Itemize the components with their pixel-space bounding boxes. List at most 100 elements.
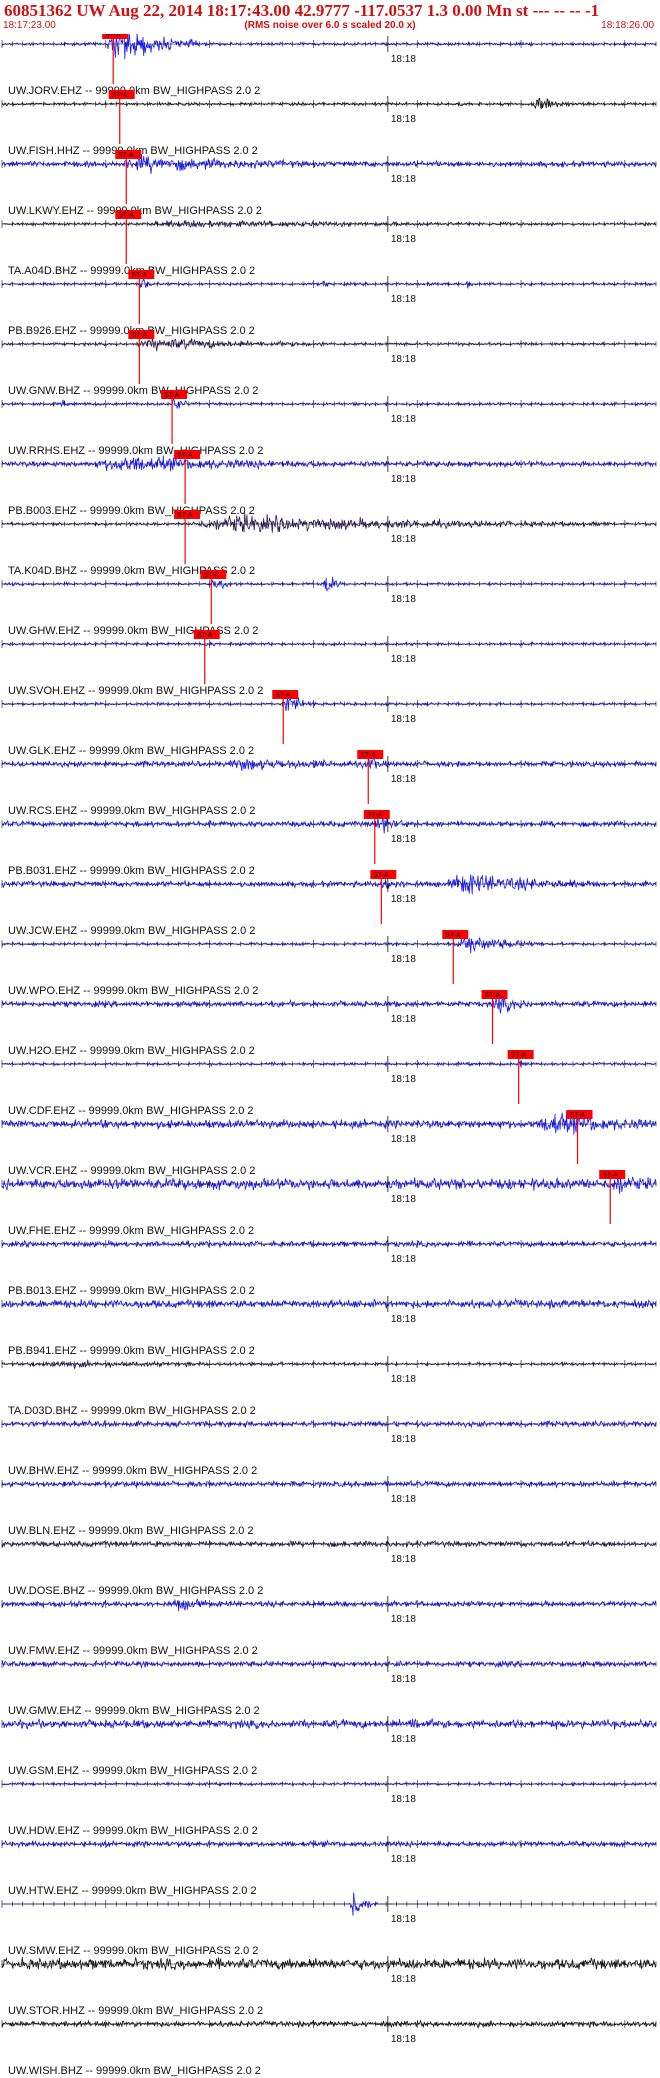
trace-waveform [1, 337, 657, 352]
pick-label: ST-A [164, 392, 180, 399]
pick-label: ST-A [177, 452, 193, 459]
channel-label: UW.GLK.EHZ -- 99999.0km BW_HIGHPASS 2.0 … [8, 745, 254, 757]
pick-label: ST-A [570, 1112, 586, 1119]
trace-waveform [1, 874, 657, 895]
minute-label: 18:18 [391, 954, 416, 965]
minute-label: 18:18 [391, 414, 416, 425]
channel-label: UW.BLN.EHZ -- 99999.0km BW_HIGHPASS 2.0 … [8, 1525, 254, 1537]
minute-label: 18:18 [391, 1794, 416, 1805]
channel-label: PB.B013.EHZ -- 99999.0km BW_HIGHPASS 2.0… [8, 1285, 255, 1297]
channel-label: UW.VCR.EHZ -- 99999.0km BW_HIGHPASS 2.0 … [8, 1165, 255, 1177]
minute-label: 18:18 [391, 1314, 416, 1325]
trace-waveform [1, 455, 657, 472]
event-title: 60851362 UW Aug 22, 2014 18:17:43.00 42.… [4, 1, 600, 20]
trace-waveform [1, 1598, 657, 1612]
minute-label: 18:18 [391, 1434, 416, 1445]
trace-waveform [1, 757, 657, 771]
minute-label: 18:18 [391, 714, 416, 725]
trace-waveform [1, 1956, 657, 1971]
minute-label: 18:18 [391, 534, 416, 545]
channel-label: TA.D03D.BHZ -- 99999.0km BW_HIGHPASS 2.0… [8, 1405, 256, 1417]
pick-label: ST-A [367, 812, 383, 819]
pick-label: ST-A [131, 332, 147, 339]
minute-label: 18:18 [391, 1194, 416, 1205]
trace-waveform [1, 995, 657, 1014]
minute-label: 18:18 [391, 1074, 416, 1085]
pick-label: ST-A [177, 512, 193, 519]
minute-label: 18:18 [391, 654, 416, 665]
minute-label: 18:18 [391, 594, 416, 605]
minute-label: 18:18 [391, 1014, 416, 1025]
channel-label: UW.HTW.EHZ -- 99999.0km BW_HIGHPASS 2.0 … [8, 1885, 257, 1897]
seismogram-traces: 18:18UW.JORV.EHZ -- 99999.0km BW_HIGHPAS… [1, 34, 657, 2077]
minute-label: 18:18 [391, 1254, 416, 1265]
channel-label: UW.WISH.BHZ -- 99999.0km BW_HIGHPASS 2.0… [8, 2065, 261, 2077]
pick-label: ST-A [602, 1172, 618, 1179]
channel-label: UW.BHW.EHZ -- 99999.0km BW_HIGHPASS 2.0 … [8, 1465, 257, 1477]
pick-label: ST-A [485, 992, 501, 999]
pick-label: ST-A [203, 572, 219, 579]
minute-label: 18:18 [391, 474, 416, 485]
minute-label: 18:18 [391, 54, 416, 65]
trace-waveform [1, 34, 657, 60]
channel-label: UW.STOR.HHZ -- 99999.0km BW_HIGHPASS 2.0… [8, 2005, 263, 2017]
minute-label: 18:18 [391, 234, 416, 245]
pick-label: ST-A [373, 872, 389, 879]
minute-label: 18:18 [391, 1974, 416, 1985]
minute-label: 18:18 [391, 114, 416, 125]
trace-waveform [1, 219, 656, 229]
seismogram-header: 60851362 UW Aug 22, 2014 18:17:43.00 42.… [0, 0, 660, 34]
trace-waveform [1, 937, 657, 954]
pick-label: ST-A [112, 92, 128, 99]
pick-label: ST-A [118, 152, 134, 159]
minute-label: 18:18 [391, 174, 416, 185]
pick-label: ST-A [360, 752, 376, 759]
channel-label: PB.B031.EHZ -- 99999.0km BW_HIGHPASS 2.0… [8, 865, 255, 877]
channel-label: UW.RCS.EHZ -- 99999.0km BW_HIGHPASS 2.0 … [8, 805, 255, 817]
channel-label: UW.WPO.EHZ -- 99999.0km BW_HIGHPASS 2.0 … [8, 985, 258, 997]
channel-label: UW.HDW.EHZ -- 99999.0km BW_HIGHPASS 2.0 … [8, 1825, 258, 1837]
minute-label: 18:18 [391, 2034, 416, 2045]
channel-label: UW.GHW.EHZ -- 99999.0km BW_HIGHPASS 2.0 … [8, 625, 258, 637]
trace-waveform [1, 277, 657, 289]
channel-label: PB.B003.EHZ -- 99999.0km BW_HIGHPASS 2.0… [8, 505, 255, 517]
minute-label: 18:18 [391, 1614, 416, 1625]
end-time: 18:18:26.00 [601, 20, 654, 31]
channel-label: UW.JCW.EHZ -- 99999.0km BW_HIGHPASS 2.0 … [8, 925, 255, 937]
minute-label: 18:18 [391, 1134, 416, 1145]
pick-label: ST-A [511, 1052, 527, 1059]
channel-label: UW.CDF.EHZ -- 99999.0km BW_HIGHPASS 2.0 … [8, 1105, 254, 1117]
minute-label: 18:18 [391, 834, 416, 845]
channel-label: UW.FHE.EHZ -- 99999.0km BW_HIGHPASS 2.0 … [8, 1225, 254, 1237]
minute-label: 18:18 [391, 1734, 416, 1745]
minute-label: 18:18 [391, 1914, 416, 1925]
channel-label: UW.FMW.EHZ -- 99999.0km BW_HIGHPASS 2.0 … [8, 1645, 258, 1657]
minute-label: 18:18 [391, 1674, 416, 1685]
channel-label: UW.RRHS.EHZ -- 99999.0km BW_HIGHPASS 2.0… [8, 445, 263, 457]
noise-note: (RMS noise over 6.0 s scaled 20.0 x) [244, 20, 416, 31]
minute-label: 18:18 [391, 294, 416, 305]
channel-label: UW.DOSE.BHZ -- 99999.0km BW_HIGHPASS 2.0… [8, 1585, 263, 1597]
channel-label: UW.GMW.EHZ -- 99999.0km BW_HIGHPASS 2.0 … [8, 1705, 260, 1717]
channel-label: UW.GSM.EHZ -- 99999.0km BW_HIGHPASS 2.0 … [8, 1765, 257, 1777]
minute-label: 18:18 [391, 354, 416, 365]
pick-label: ST-A [105, 34, 121, 39]
minute-label: 18:18 [391, 1374, 416, 1385]
minute-label: 18:18 [391, 894, 416, 905]
minute-label: 18:18 [391, 1554, 416, 1565]
pick-label: ST-A [197, 632, 213, 639]
channel-label: PB.B941.EHZ -- 99999.0km BW_HIGHPASS 2.0… [8, 1345, 255, 1357]
pick-label: ST-A [275, 692, 291, 699]
channel-label: UW.SVOH.EHZ -- 99999.0km BW_HIGHPASS 2.0… [8, 685, 263, 697]
pick-label: ST-A [118, 212, 134, 219]
minute-label: 18:18 [391, 774, 416, 785]
channel-label: UW.GNW.BHZ -- 99999.0km BW_HIGHPASS 2.0 … [8, 385, 258, 397]
pick-label: ST-A [445, 932, 461, 939]
minute-label: 18:18 [391, 1494, 416, 1505]
channel-label: UW.SMW.EHZ -- 99999.0km BW_HIGHPASS 2.0 … [8, 1945, 258, 1957]
pick-label: ST-A [131, 272, 147, 279]
trace-waveform [1, 1176, 657, 1194]
minute-label: 18:18 [391, 1854, 416, 1865]
trace-waveform [1, 397, 657, 410]
trace-waveform [1, 694, 657, 712]
